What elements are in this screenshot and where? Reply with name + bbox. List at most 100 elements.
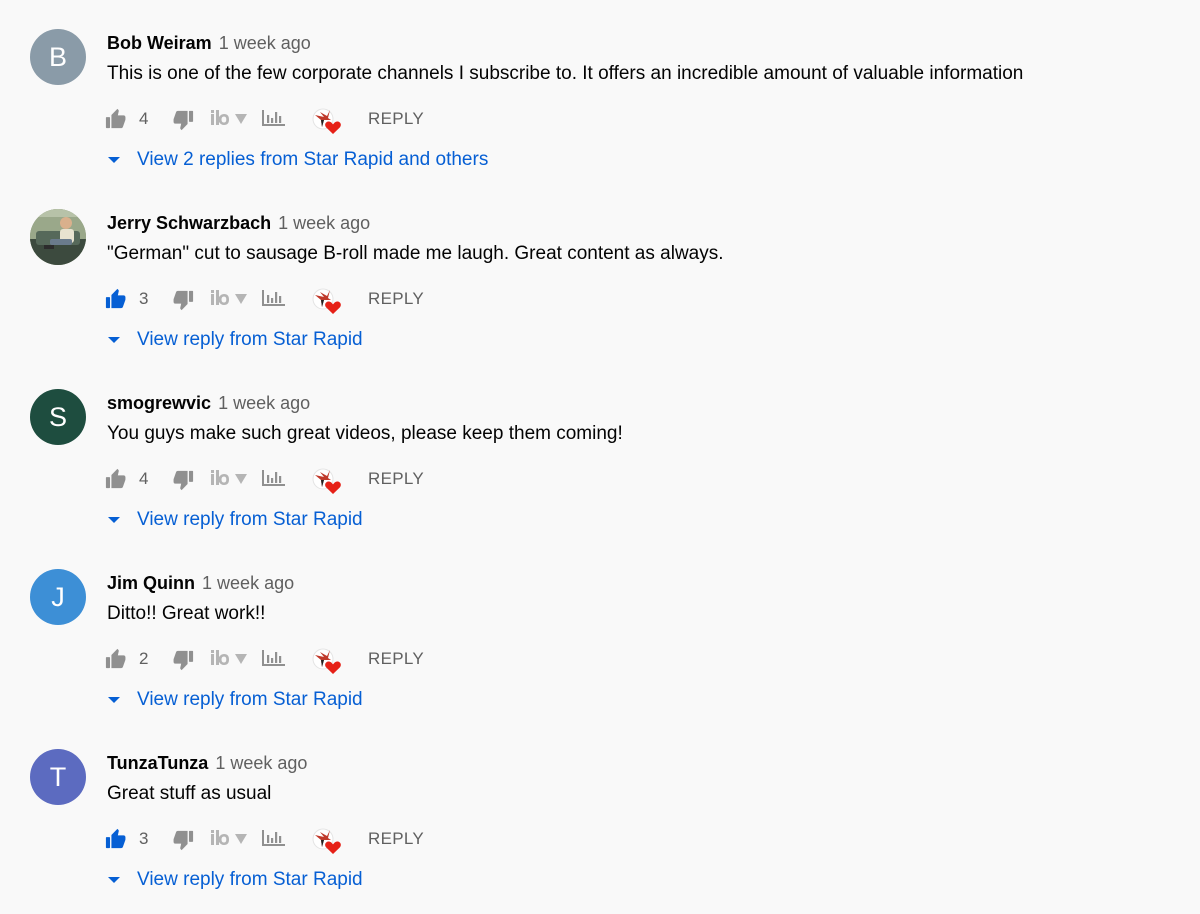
comment-time[interactable]: 1 week ago bbox=[202, 573, 294, 593]
thumbs-down-icon bbox=[172, 644, 198, 671]
tube-extension-button[interactable] bbox=[209, 284, 255, 314]
comment-text: You guys make such great videos, please … bbox=[107, 423, 623, 444]
stats-button[interactable] bbox=[261, 464, 289, 494]
tube-extension-button[interactable] bbox=[209, 644, 255, 674]
author-name[interactable]: TunzaTunza bbox=[107, 753, 208, 773]
view-replies-button[interactable]: View reply from Star Rapid bbox=[105, 504, 363, 536]
thumbs-up-icon bbox=[105, 464, 131, 490]
comment-header: smogrewvic 1 week ago bbox=[107, 391, 310, 415]
comment-header: Bob Weiram 1 week ago bbox=[107, 31, 311, 55]
like-count: 4 bbox=[139, 469, 149, 488]
dislike-button[interactable] bbox=[172, 284, 198, 314]
avatar[interactable]: B bbox=[30, 29, 86, 85]
comment-header: Jerry Schwarzbach 1 week ago bbox=[107, 211, 370, 235]
comment-time[interactable]: 1 week ago bbox=[215, 753, 307, 773]
creator-heart-icon bbox=[311, 104, 343, 136]
creator-heart-icon bbox=[311, 644, 343, 676]
comment-header: Jim Quinn 1 week ago bbox=[107, 571, 294, 595]
creator-heart-icon bbox=[311, 284, 343, 316]
thumbs-down-icon bbox=[172, 464, 198, 491]
comment-thread: Jerry Schwarzbach 1 week ago "German" cut… bbox=[0, 180, 1200, 360]
avatar-letter: B bbox=[48, 41, 67, 72]
thumbs-down-icon bbox=[172, 824, 198, 851]
view-replies-label: View reply from Star Rapid bbox=[137, 329, 363, 350]
comment-text: This is one of the few corporate channel… bbox=[107, 63, 1024, 84]
comment-time[interactable]: 1 week ago bbox=[278, 213, 370, 233]
view-replies-label: View reply from Star Rapid bbox=[137, 869, 363, 890]
view-replies-label: View 2 replies from Star Rapid and other… bbox=[137, 149, 489, 170]
like-button[interactable] bbox=[105, 644, 131, 674]
reply-button[interactable]: REPLY bbox=[368, 644, 424, 674]
tube-logo-dropdown-icon bbox=[209, 464, 255, 489]
tube-logo-dropdown-icon bbox=[209, 284, 255, 309]
avatar-letter: T bbox=[49, 761, 67, 792]
comment-header: TunzaTunza 1 week ago bbox=[107, 751, 307, 775]
comment-action-bar: 2 REPLY bbox=[105, 644, 505, 674]
tube-logo-dropdown-icon bbox=[209, 824, 255, 849]
comment-text: Ditto!! Great work!! bbox=[107, 603, 266, 624]
stats-button[interactable] bbox=[261, 284, 289, 314]
author-name[interactable]: Jerry Schwarzbach bbox=[107, 213, 271, 233]
stats-button[interactable] bbox=[261, 644, 289, 674]
avatar[interactable]: S bbox=[30, 389, 86, 445]
creator-heart-icon bbox=[311, 824, 343, 856]
stats-button[interactable] bbox=[261, 824, 289, 854]
creator-heart-button[interactable] bbox=[311, 824, 343, 854]
dislike-button[interactable] bbox=[172, 464, 198, 494]
author-name[interactable]: smogrewvic bbox=[107, 393, 211, 413]
dislike-button[interactable] bbox=[172, 824, 198, 854]
comment-action-bar: 3 REPLY bbox=[105, 284, 505, 314]
stats-chart-icon bbox=[261, 464, 289, 489]
creator-heart-button[interactable] bbox=[311, 104, 343, 134]
like-button[interactable] bbox=[105, 284, 131, 314]
like-count: 2 bbox=[139, 649, 149, 668]
reply-button[interactable]: REPLY bbox=[368, 464, 424, 494]
comment-time[interactable]: 1 week ago bbox=[219, 33, 311, 53]
creator-heart-button[interactable] bbox=[311, 464, 343, 494]
like-count: 3 bbox=[139, 829, 149, 848]
view-replies-button[interactable]: View reply from Star Rapid bbox=[105, 864, 363, 896]
like-count: 4 bbox=[139, 109, 149, 128]
comment-thread: B Bob Weiram 1 week ago This is one of the… bbox=[0, 0, 1200, 180]
stats-chart-icon bbox=[261, 104, 289, 129]
tube-extension-button[interactable] bbox=[209, 104, 255, 134]
caret-down-icon bbox=[105, 151, 123, 169]
avatar[interactable] bbox=[30, 209, 86, 265]
avatar[interactable]: J bbox=[30, 569, 86, 625]
view-replies-label: View reply from Star Rapid bbox=[137, 689, 363, 710]
like-button[interactable] bbox=[105, 464, 131, 494]
tube-extension-button[interactable] bbox=[209, 464, 255, 494]
view-replies-button[interactable]: View reply from Star Rapid bbox=[105, 324, 363, 356]
avatar-photo bbox=[30, 209, 86, 265]
stats-button[interactable] bbox=[261, 104, 289, 134]
comment-text: Great stuff as usual bbox=[107, 783, 272, 804]
view-replies-label: View reply from Star Rapid bbox=[137, 509, 363, 530]
creator-heart-button[interactable] bbox=[311, 284, 343, 314]
thumbs-up-icon bbox=[105, 824, 131, 850]
avatar-letter: S bbox=[48, 401, 67, 432]
reply-button[interactable]: REPLY bbox=[368, 104, 424, 134]
tube-extension-button[interactable] bbox=[209, 824, 255, 854]
dislike-button[interactable] bbox=[172, 644, 198, 674]
thumbs-up-icon bbox=[105, 644, 131, 670]
comment-time[interactable]: 1 week ago bbox=[218, 393, 310, 413]
caret-down-icon bbox=[105, 691, 123, 709]
author-name[interactable]: Jim Quinn bbox=[107, 573, 195, 593]
author-name[interactable]: Bob Weiram bbox=[107, 33, 212, 53]
thumbs-up-icon bbox=[105, 284, 131, 310]
avatar-letter: J bbox=[51, 581, 65, 612]
comment-action-bar: 3 REPLY bbox=[105, 824, 505, 854]
like-button[interactable] bbox=[105, 824, 131, 854]
like-button[interactable] bbox=[105, 104, 131, 134]
reply-button[interactable]: REPLY bbox=[368, 284, 424, 314]
avatar[interactable]: T bbox=[30, 749, 86, 805]
view-replies-button[interactable]: View reply from Star Rapid bbox=[105, 684, 363, 716]
comment-action-bar: 4 REPLY bbox=[105, 464, 505, 494]
stats-chart-icon bbox=[261, 284, 289, 309]
dislike-button[interactable] bbox=[172, 104, 198, 134]
creator-heart-button[interactable] bbox=[311, 644, 343, 674]
comment-thread: J Jim Quinn 1 week ago Ditto!! Great work!… bbox=[0, 540, 1200, 720]
view-replies-button[interactable]: View 2 replies from Star Rapid and other… bbox=[105, 144, 488, 176]
stats-chart-icon bbox=[261, 824, 289, 849]
reply-button[interactable]: REPLY bbox=[368, 824, 424, 854]
